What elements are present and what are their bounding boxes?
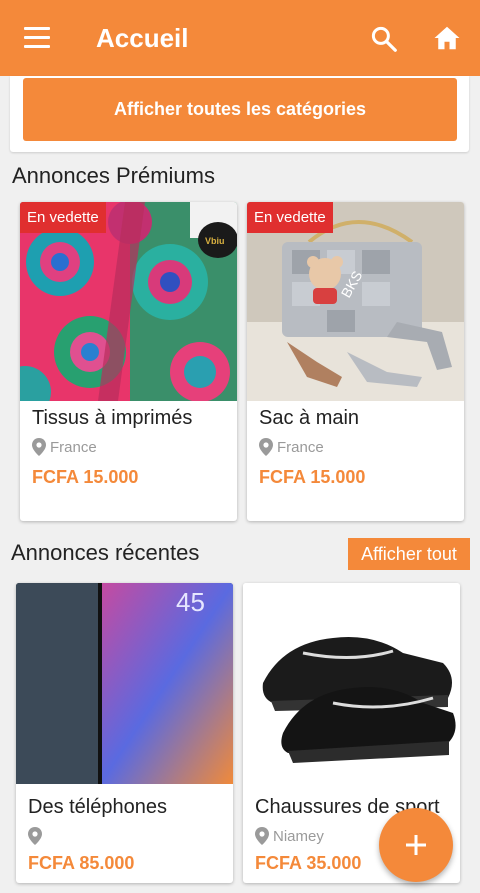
hamburger-menu-icon[interactable]: [24, 27, 50, 49]
show-all-categories-button[interactable]: Afficher toutes les catégories: [23, 78, 457, 141]
ad-title: Sac à main: [259, 407, 360, 429]
premium-section-title: Annonces Prémiums: [12, 163, 215, 188]
premium-card-handbag[interactable]: BKS En vedette Sac à main France FCFA 15…: [247, 202, 464, 521]
ad-location: [28, 827, 46, 845]
ad-title: Des téléphones: [28, 796, 167, 818]
ad-location: Niamey: [255, 827, 324, 845]
page-title: Accueil: [96, 23, 189, 53]
recent-card-phones[interactable]: 45 Des téléphones FCFA 85.000: [16, 583, 233, 883]
ad-location-text: Niamey: [273, 827, 324, 845]
ad-price: FCFA 85.000: [28, 853, 135, 873]
sneakers-image: [243, 583, 460, 784]
phones-image: 45: [16, 583, 233, 784]
plus-icon: [406, 835, 426, 855]
ad-location: France: [259, 438, 324, 456]
featured-badge: En vedette: [20, 202, 106, 233]
location-pin-icon: [255, 827, 269, 845]
location-pin-icon: [32, 438, 46, 456]
ad-price: FCFA 35.000: [255, 853, 362, 873]
location-pin-icon: [259, 438, 273, 456]
add-listing-button[interactable]: [379, 808, 453, 882]
home-icon[interactable]: [432, 23, 462, 53]
ad-price: FCFA 15.000: [259, 467, 366, 487]
premium-card-fabric[interactable]: Vbiu En vedette Tissus à imprimés France…: [20, 202, 237, 521]
ad-location-text: France: [50, 438, 97, 456]
ad-location-text: France: [277, 438, 324, 456]
location-pin-icon: [28, 827, 42, 845]
categories-card: Afficher toutes les catégories: [10, 76, 469, 152]
recent-section-title: Annonces récentes: [11, 540, 200, 565]
svg-text:Vbiu: Vbiu: [205, 236, 225, 246]
search-icon[interactable]: [369, 24, 399, 54]
phone-clock-text: 45: [176, 587, 205, 617]
ad-location: France: [32, 438, 97, 456]
ad-price: FCFA 15.000: [32, 467, 139, 487]
app-bar: Accueil: [0, 0, 480, 76]
ad-title: Tissus à imprimés: [32, 407, 193, 429]
featured-badge: En vedette: [247, 202, 333, 233]
see-all-button[interactable]: Afficher tout: [348, 538, 470, 570]
